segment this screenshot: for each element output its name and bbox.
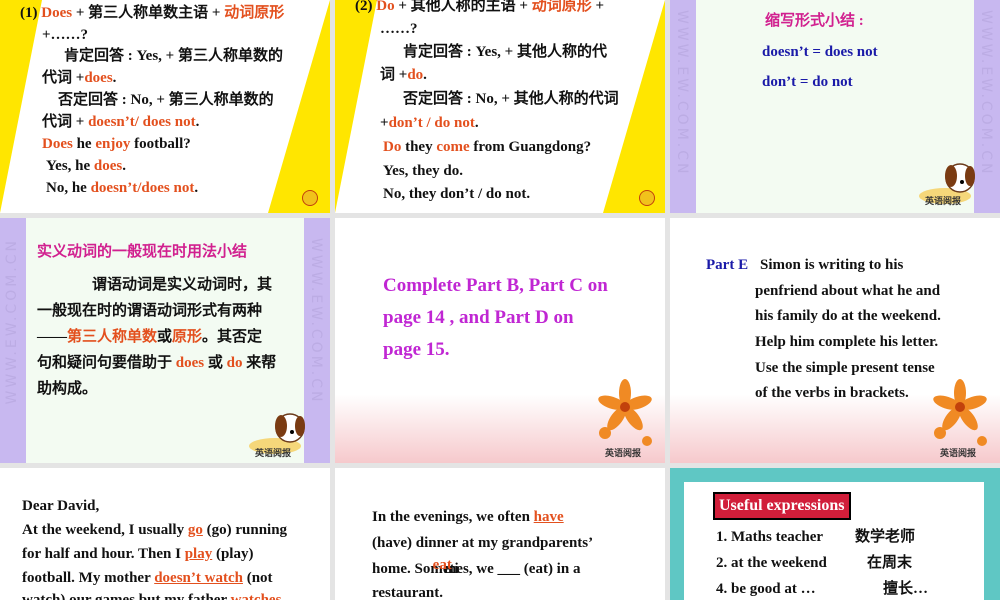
yellow-wedge-left (0, 0, 42, 213)
slide-6[interactable]: Part E Simon is writing to his penfriend… (670, 218, 1000, 463)
abbr-title: 缩写形式小结 : (765, 13, 864, 29)
slide-3[interactable]: WWW.EW.COM.CN WWW.EW.COM.CN 缩写形式小结 : doe… (670, 0, 1000, 213)
rule-line-1: (2) Do + 其他人称的主语 + 动词原形 + (355, 0, 605, 14)
slide-9[interactable]: Useful expressions 1. Maths teacher 数学老师… (670, 468, 1000, 600)
letter-line-8: restaurant. (372, 585, 443, 600)
instruction-line-6: of the verbs in brackets. (755, 385, 909, 401)
letter-line-5: In the evenings, we often have (372, 509, 564, 525)
task-line-3: page 15. (383, 339, 450, 360)
useful-expressions-title: Useful expressions (713, 492, 851, 520)
yellow-wedge-left (335, 0, 377, 213)
publisher-logo: 英语阅报 (255, 449, 292, 459)
example-yes: Yes, he does. (46, 158, 127, 174)
rule-line-5: 否定回答 : No, + 其他人称的代词 (403, 91, 619, 107)
slide-2[interactable]: (2) Do + 其他人称的主语 + 动词原形 + ……? 肯定回答 : Yes… (335, 0, 665, 213)
example-yes: Yes, they do. (383, 163, 464, 179)
expression-3-zh: 擅长… (883, 581, 929, 597)
letter-line-3: football. My mother doesn’t watch (not (22, 570, 273, 586)
summary-p2: 一般现在时的谓语动词形式有两种 (37, 303, 263, 319)
part-e-label: Part E (706, 257, 749, 273)
slide-7[interactable]: Dear David, At the weekend, I usually go… (0, 468, 330, 600)
publisher-logo (300, 190, 318, 206)
rule-line-1: (1) Does + 第三人称单数主语 + 动词原形 (20, 5, 285, 21)
summary-title: 实义动词的一般现在时用法小结 (37, 244, 248, 260)
abbr-dont: don’t = do not (762, 74, 853, 90)
example-no: No, they don’t / do not. (383, 186, 531, 202)
summary-p1: 谓语动词是实义动词时，其 (92, 277, 273, 293)
slide-5[interactable]: Complete Part B, Part C on page 14 , and… (335, 218, 665, 463)
example-question: Does he enjoy football? (42, 136, 191, 152)
letter-line-7: home. Sometieatmes, we ___ (eat) in a (372, 557, 581, 577)
rule-line-5: 否定回答 : No, + 第三人称单数的 (58, 92, 274, 108)
task-line-2: page 14 , and Part D on (383, 307, 574, 328)
rule-line-6: +don’t / do not. (380, 115, 479, 131)
watermark-right: WWW.EW.COM.CN (978, 10, 994, 177)
rule-line-4: 词 +do. (380, 67, 427, 83)
letter-line-1: At the weekend, I usually go (go) runnin… (22, 522, 288, 538)
example-no: No, he doesn’t/does not. (46, 180, 199, 196)
expression-3-en: 4. be good at … (716, 581, 816, 597)
task-line-1: Complete Part B, Part C on (383, 275, 608, 296)
rule-line-6: 代词 + doesn’t/ does not. (42, 114, 200, 130)
expression-1-zh: 数学老师 (855, 529, 916, 545)
letter-line-4: watch) our games but my father watches (22, 592, 282, 600)
expression-2-en: 2. at the weekend (716, 555, 827, 571)
publisher-logo: 英语阅报 (940, 449, 977, 459)
expression-1-en: 1. Maths teacher (716, 529, 824, 545)
slide-4[interactable]: WWW.EW.COM.CN WWW.EW.COM.CN 实义动词的一般现在时用法… (0, 218, 330, 463)
rule-line-3: 肯定回答 : Yes, + 其他人称的代 (403, 44, 607, 60)
summary-p4: 句和疑问句要借助于 does 或 do 来帮 (37, 355, 277, 371)
letter-line-6: (have) dinner at my grandparents’ (372, 535, 594, 551)
instruction-line-5: Use the simple present tense (755, 360, 935, 376)
letter-greeting: Dear David, (22, 498, 100, 514)
expression-2-zh: 在周末 (867, 555, 913, 571)
letter-line-2: for half and hour. Then I play (play) (22, 546, 254, 562)
instruction-line-1: Simon is writing to his (760, 257, 904, 273)
instruction-line-2: penfriend about what he and (755, 283, 941, 299)
slide-8[interactable]: In the evenings, we often have (have) di… (335, 468, 665, 600)
summary-p3: ——第三人称单数或原形。其否定 (37, 329, 263, 345)
watermark-right: WWW.EW.COM.CN (308, 238, 324, 405)
instruction-line-4: Help him complete his letter. (755, 334, 939, 350)
publisher-logo (637, 190, 655, 206)
example-question: Do they come from Guangdong? (383, 139, 592, 155)
watermark-left: WWW.EW.COM.CN (674, 10, 690, 177)
rule-line-4: 代词 +does. (42, 70, 117, 86)
rule-line-2: +……? (42, 27, 89, 43)
summary-p5: 助构成。 (37, 381, 98, 397)
rule-line-3: 肯定回答 : Yes, + 第三人称单数的 (64, 48, 283, 64)
yellow-wedge-right (268, 0, 330, 213)
abbr-doesnt: doesn’t = does not (762, 44, 878, 60)
publisher-logo: 英语阅报 (925, 197, 962, 207)
slide-1[interactable]: (1) Does + 第三人称单数主语 + 动词原形 +……? 肯定回答 : Y… (0, 0, 330, 213)
rule-line-2: ……? (380, 21, 418, 37)
instruction-line-3: his family do at the weekend. (755, 308, 941, 324)
publisher-logo: 英语阅报 (605, 449, 642, 459)
watermark-left: WWW.EW.COM.CN (4, 238, 20, 405)
